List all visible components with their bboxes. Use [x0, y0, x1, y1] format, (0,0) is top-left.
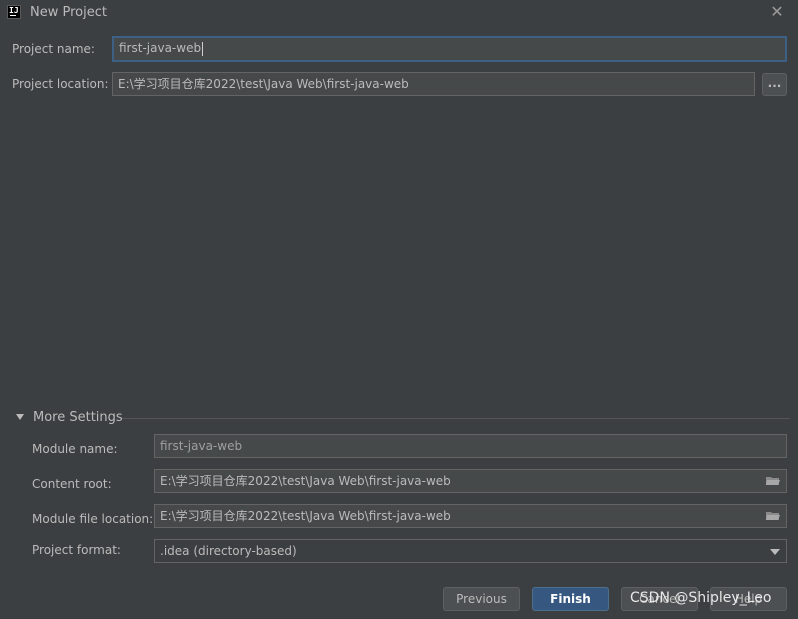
browse-location-button[interactable]: ...	[762, 73, 787, 96]
content-root-value: E:\学习项目仓库2022\test\Java Web\first-java-w…	[160, 474, 451, 488]
project-location-value: E:\学习项目仓库2022\test\Java Web\first-java-w…	[118, 77, 409, 91]
module-name-label: Module name:	[32, 442, 118, 456]
chevron-down-icon	[770, 549, 780, 555]
more-settings-toggle[interactable]: More Settings	[14, 409, 790, 427]
project-name-input[interactable]: first-java-web	[112, 36, 787, 62]
title-bar: IJ New Project ✕	[0, 0, 798, 26]
project-format-label: Project format:	[32, 543, 121, 557]
text-caret	[202, 41, 204, 56]
content-root-label: Content root:	[32, 477, 112, 491]
close-icon[interactable]: ✕	[766, 2, 788, 22]
finish-button[interactable]: Finish	[532, 587, 609, 611]
project-name-label: Project name:	[12, 42, 95, 56]
folder-icon[interactable]	[766, 511, 780, 521]
module-name-value: first-java-web	[160, 439, 243, 453]
window-title: New Project	[30, 5, 107, 20]
project-name-value: first-java-web	[119, 41, 202, 55]
expand-triangle-icon	[16, 414, 24, 420]
section-divider	[122, 418, 790, 419]
previous-button[interactable]: Previous	[443, 587, 520, 611]
intellij-app-icon: IJ	[7, 5, 21, 19]
project-format-select[interactable]: .idea (directory-based)	[154, 539, 787, 563]
content-root-input[interactable]: E:\学习项目仓库2022\test\Java Web\first-java-w…	[154, 469, 787, 493]
module-file-location-label: Module file location:	[32, 512, 154, 526]
folder-icon[interactable]	[766, 476, 780, 486]
project-format-value: .idea (directory-based)	[160, 544, 297, 558]
project-location-label: Project location:	[12, 77, 109, 91]
more-settings-title: More Settings	[33, 410, 123, 425]
help-button[interactable]: Help	[710, 587, 787, 611]
cancel-button[interactable]: Cancel	[621, 587, 698, 611]
module-file-location-value: E:\学习项目仓库2022\test\Java Web\first-java-w…	[160, 509, 451, 523]
module-name-input[interactable]: first-java-web	[154, 434, 787, 458]
project-location-input[interactable]: E:\学习项目仓库2022\test\Java Web\first-java-w…	[112, 72, 755, 96]
module-file-location-input[interactable]: E:\学习项目仓库2022\test\Java Web\first-java-w…	[154, 504, 787, 528]
